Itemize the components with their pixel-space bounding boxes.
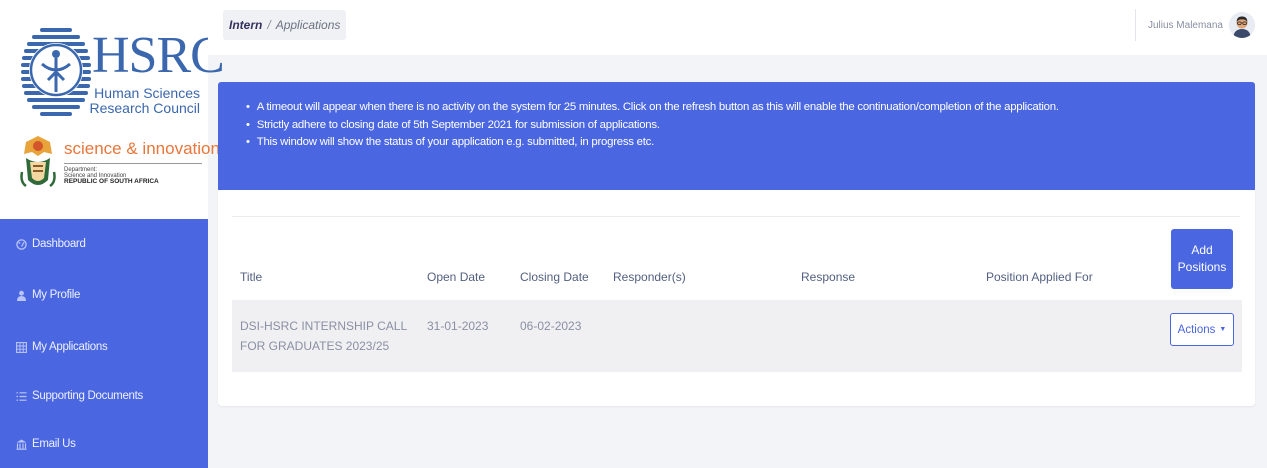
- dsi-divider: [64, 163, 202, 164]
- column-header-open-date: Open Date: [427, 270, 486, 284]
- sidebar-item-label: Dashboard: [32, 238, 86, 250]
- sidebar: Dashboard My Profile My Applications Sup…: [0, 219, 208, 468]
- table-row: DSI-HSRC INTERNSHIP CALL FOR GRADUATES 2…: [232, 300, 1242, 372]
- notice-item: This window will show the status of your…: [246, 134, 1059, 152]
- hsrc-logo[interactable]: HSRC Human Sciences Research Council: [18, 24, 225, 124]
- applications-card: Title Open Date Closing Date Responder(s…: [218, 190, 1255, 406]
- user-menu[interactable]: Julius Malemana: [1134, 8, 1255, 42]
- column-header-responders: Responder(s): [613, 270, 686, 284]
- column-header-closing-date: Closing Date: [520, 270, 589, 284]
- dsi-line3: REPUBLIC OF SOUTH AFRICA: [64, 178, 159, 185]
- dashboard-icon: [16, 238, 27, 250]
- dsi-logo: science & innovation Department: Science…: [18, 126, 220, 198]
- building-icon: [16, 439, 27, 450]
- add-positions-label: Add Positions: [1177, 243, 1227, 274]
- sidebar-item-label: Email Us: [32, 438, 76, 450]
- hsrc-subtitle-line2: Research Council: [89, 100, 201, 116]
- user-name: Julius Malemana: [1147, 19, 1223, 31]
- breadcrumb-applications: Applications: [275, 18, 341, 32]
- sidebar-item-email-us[interactable]: Email Us: [16, 434, 76, 454]
- column-header-position-applied-for: Position Applied For: [986, 270, 1093, 284]
- column-header-response: Response: [801, 270, 856, 284]
- avatar[interactable]: [1229, 12, 1255, 38]
- info-banner: A timeout will appear when there is no a…: [218, 82, 1255, 190]
- actions-dropdown-button[interactable]: Actions ▼: [1170, 313, 1234, 346]
- notice-list: A timeout will appear when there is no a…: [246, 99, 1059, 152]
- hsrc-wordmark: HSRC: [92, 27, 225, 84]
- sidebar-item-my-applications[interactable]: My Applications: [16, 337, 108, 357]
- sidebar-item-label: My Profile: [32, 289, 81, 301]
- column-header-title: Title: [240, 270, 263, 284]
- user-icon: [16, 290, 27, 301]
- cell-closing-date: 06-02-2023: [520, 319, 582, 333]
- add-positions-button[interactable]: Add Positions: [1171, 229, 1233, 289]
- sidebar-item-my-profile[interactable]: My Profile: [16, 285, 80, 305]
- breadcrumb: Intern / Applications: [223, 10, 347, 40]
- breadcrumb-intern[interactable]: Intern: [229, 18, 262, 32]
- sidebar-item-label: My Applications: [32, 341, 108, 353]
- notice-item: Strictly adhere to closing date of 5th S…: [246, 117, 1059, 135]
- sidebar-item-label: Supporting Documents: [32, 390, 143, 402]
- caret-down-icon: ▼: [1219, 326, 1227, 333]
- sidebar-item-supporting-documents[interactable]: Supporting Documents: [16, 386, 143, 406]
- coat-of-arms-icon: [20, 136, 56, 188]
- notice-item: A timeout will appear when there is no a…: [246, 99, 1059, 117]
- breadcrumb-separator: /: [267, 18, 271, 32]
- cell-title: DSI-HSRC INTERNSHIP CALL FOR GRADUATES 2…: [240, 319, 407, 353]
- card-divider: [232, 216, 1240, 217]
- sidebar-item-dashboard[interactable]: Dashboard: [16, 234, 86, 254]
- logo-area: HSRC Human Sciences Research Council sci…: [0, 0, 225, 219]
- hsrc-subtitle-line1: Human Sciences: [94, 85, 200, 101]
- user-divider: [1134, 9, 1136, 41]
- cell-open-date: 31-01-2023: [427, 319, 489, 333]
- list-icon: [16, 391, 27, 402]
- actions-label: Actions: [1177, 323, 1216, 336]
- dsi-title: science & innovation: [64, 139, 220, 158]
- topbar: Intern / Applications Julius Malemana: [208, 0, 1267, 55]
- grid-icon: [16, 341, 27, 353]
